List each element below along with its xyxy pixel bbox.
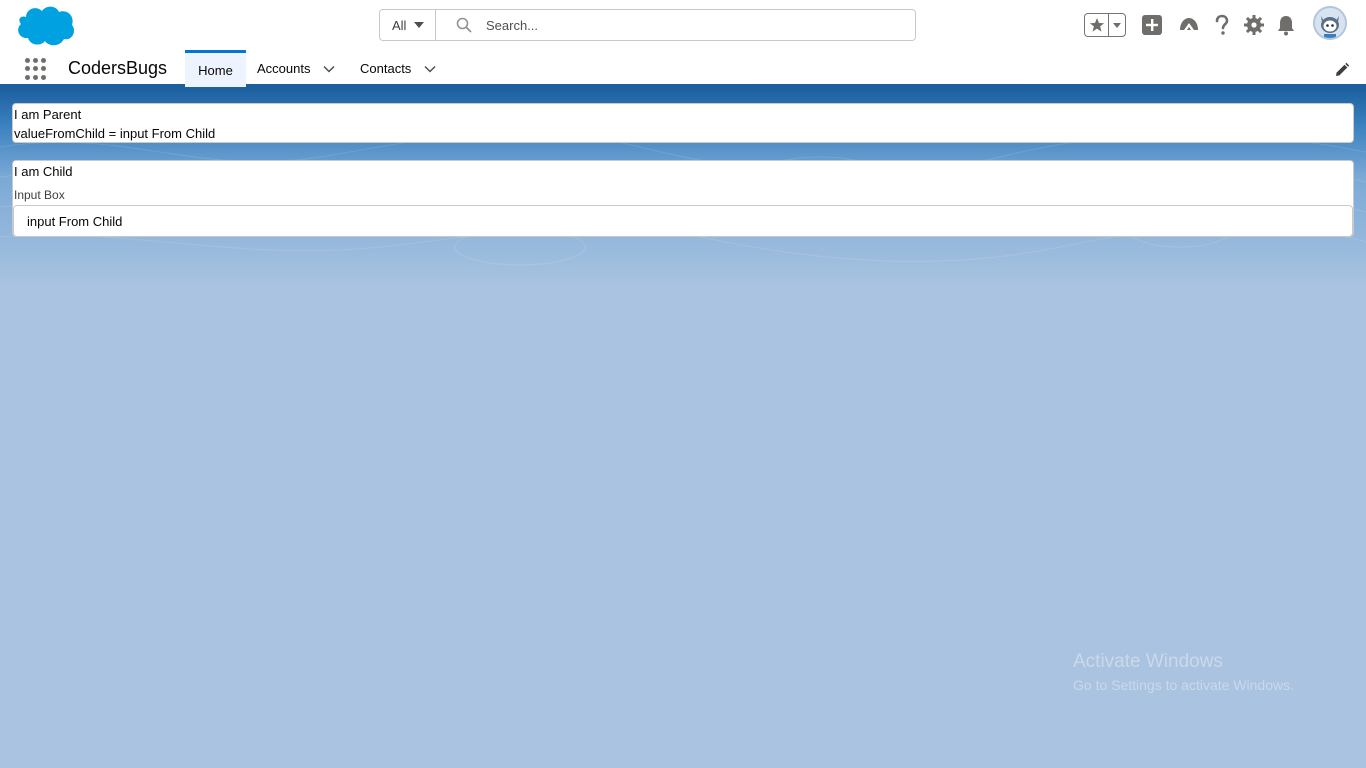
caret-down-icon bbox=[414, 22, 425, 28]
app-launcher-dot bbox=[41, 66, 46, 72]
salesforce-logo[interactable] bbox=[14, 3, 76, 47]
plus-icon bbox=[1142, 15, 1162, 35]
parent-card: I am Parent valueFromChild = input From … bbox=[12, 103, 1354, 143]
trailhead-button[interactable] bbox=[1177, 13, 1201, 37]
notifications-button[interactable] bbox=[1274, 13, 1298, 37]
child-title: I am Child bbox=[14, 164, 73, 179]
favorites-list-button[interactable] bbox=[1109, 14, 1125, 36]
app-launcher-dot bbox=[25, 66, 30, 72]
favorites-group bbox=[1084, 13, 1126, 37]
activate-windows-title: Activate Windows bbox=[1073, 651, 1223, 672]
search-scope-dropdown[interactable]: All bbox=[380, 10, 436, 40]
astro-avatar-icon bbox=[1315, 8, 1345, 38]
bell-icon bbox=[1278, 16, 1294, 36]
tab-label: Accounts bbox=[257, 61, 311, 76]
app-launcher-dot bbox=[25, 74, 30, 80]
activate-windows-subtitle: Go to Settings to activate Windows. bbox=[1073, 677, 1294, 693]
app-navigation-bar: CodersBugs Home Accounts Contacts bbox=[0, 50, 1366, 87]
chevron-down-icon[interactable] bbox=[322, 62, 336, 76]
app-launcher-dot bbox=[33, 58, 38, 63]
input-box-label: Input Box bbox=[14, 188, 65, 202]
app-launcher-dot bbox=[33, 66, 38, 72]
app-name: CodersBugs bbox=[68, 58, 168, 78]
gear-icon bbox=[1244, 15, 1264, 35]
app-launcher-dot bbox=[25, 58, 30, 63]
parent-title: I am Parent bbox=[14, 107, 82, 122]
child-card: I am Child Input Box bbox=[12, 160, 1354, 237]
star-icon bbox=[1089, 18, 1104, 32]
help-button[interactable] bbox=[1210, 13, 1234, 37]
favorites-button[interactable] bbox=[1085, 14, 1109, 36]
trailhead-icon bbox=[1180, 18, 1198, 30]
avatar[interactable] bbox=[1313, 6, 1347, 40]
app-launcher-dot bbox=[41, 58, 46, 63]
tab-home[interactable]: Home bbox=[185, 50, 246, 87]
edit-nav-pencil-icon[interactable] bbox=[1334, 62, 1350, 78]
help-icon bbox=[1215, 14, 1229, 35]
tab-label: Contacts bbox=[360, 61, 412, 76]
child-input-field[interactable] bbox=[13, 205, 1353, 237]
tab-accounts[interactable]: Accounts bbox=[257, 50, 336, 87]
tab-label: Home bbox=[198, 62, 233, 78]
value-from-child-text: valueFromChild = input From Child bbox=[14, 126, 216, 141]
app-launcher-dot bbox=[33, 74, 38, 80]
chevron-down-icon[interactable] bbox=[423, 62, 437, 76]
global-header: All bbox=[0, 0, 1366, 50]
app-launcher-button[interactable] bbox=[24, 57, 48, 81]
app-launcher-dot bbox=[41, 74, 46, 80]
tab-contacts[interactable]: Contacts bbox=[360, 50, 437, 87]
search-input[interactable] bbox=[486, 17, 886, 33]
global-search: All bbox=[379, 9, 916, 41]
setup-button[interactable] bbox=[1242, 13, 1266, 37]
global-actions-button[interactable] bbox=[1140, 13, 1164, 37]
search-scope-label: All bbox=[392, 17, 407, 33]
chevron-down-icon bbox=[1113, 23, 1121, 28]
search-icon bbox=[456, 17, 472, 33]
